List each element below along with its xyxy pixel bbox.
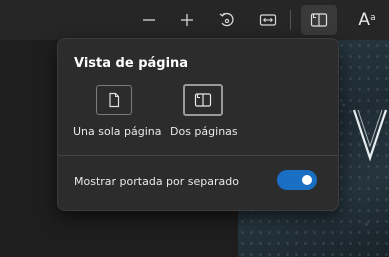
toolbar: Aa [0,0,389,40]
toolbar-separator [290,10,291,30]
fit-width-button[interactable] [254,6,282,34]
rotate-button[interactable] [213,6,241,34]
page-view-popup: Vista de página Una sola página Dos pági… [57,38,339,211]
page-view-icon [310,13,328,27]
show-cover-separately-label: Mostrar portada por separado [74,175,239,188]
text-size-button[interactable]: Aa [352,6,382,34]
two-pages-icon [194,93,212,107]
rotate-icon [219,12,234,27]
toggle-knob [302,175,312,185]
page-view-button[interactable] [301,5,337,35]
fit-width-icon [259,14,277,26]
single-page-icon [109,92,120,108]
plus-icon [181,14,193,26]
two-pages-option[interactable]: Dos páginas [170,84,283,145]
popup-divider [58,155,338,156]
page-artwork-letter [352,109,388,162]
zoom-in-button[interactable] [173,6,201,34]
pdf-viewer-window: Aa Vista de página Una sola página Dos p… [0,0,389,257]
zoom-out-button[interactable] [135,6,163,34]
single-page-option-label: Una sola página [73,125,162,138]
minus-icon [143,19,155,21]
two-pages-option-label: Dos páginas [170,125,238,138]
popup-title: Vista de página [74,56,189,71]
show-cover-separately-toggle[interactable] [277,170,317,190]
single-page-option-box[interactable] [96,85,132,115]
text-size-icon: Aa [358,10,376,30]
two-pages-option-box[interactable] [183,84,223,116]
